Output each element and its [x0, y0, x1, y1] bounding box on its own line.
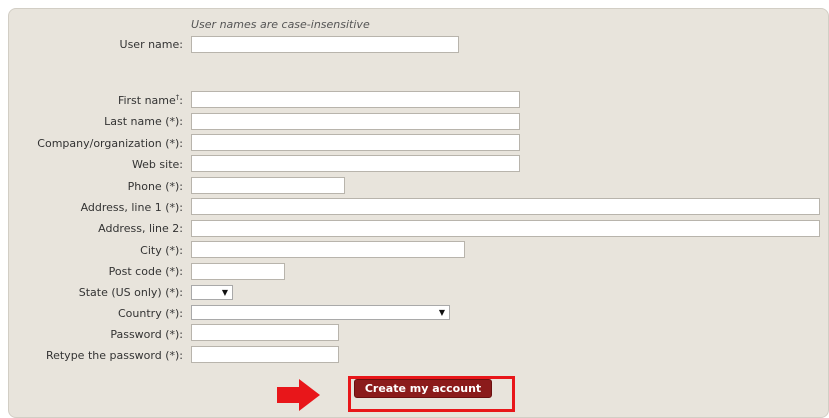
- retype-password-label: Retype the password (*):: [45, 349, 183, 362]
- state-label: State (US only) (*):: [78, 286, 183, 299]
- company-input[interactable]: [191, 134, 520, 151]
- arrow-right-icon: [277, 379, 320, 411]
- chevron-down-icon: ▼: [221, 288, 228, 297]
- firstname-label: First name†:: [118, 94, 183, 108]
- country-select[interactable]: ▼: [191, 305, 450, 320]
- postcode-label: Post code (*):: [108, 265, 183, 278]
- city-input[interactable]: [191, 241, 465, 258]
- phone-label: Phone (*):: [127, 180, 183, 193]
- username-input[interactable]: [191, 36, 459, 53]
- create-account-button[interactable]: Create my account: [354, 379, 492, 398]
- address2-input[interactable]: [191, 220, 820, 237]
- username-label: User name:: [119, 38, 183, 51]
- website-input[interactable]: [191, 155, 520, 172]
- address2-label: Address, line 2:: [98, 222, 183, 235]
- lastname-label: Last name (*):: [104, 115, 183, 128]
- username-hint: User names are case-insensitive: [191, 18, 370, 31]
- website-label: Web site:: [131, 158, 183, 171]
- phone-input[interactable]: [191, 177, 345, 194]
- firstname-colon: :: [179, 94, 183, 107]
- chevron-down-icon: ▼: [438, 308, 445, 317]
- firstname-label-text: First name: [117, 94, 176, 107]
- lastname-input[interactable]: [191, 113, 520, 130]
- address1-label: Address, line 1 (*):: [80, 201, 183, 214]
- retype-password-input[interactable]: [191, 346, 339, 363]
- password-input[interactable]: [191, 324, 339, 341]
- country-label: Country (*):: [118, 307, 183, 320]
- address1-input[interactable]: [191, 198, 820, 215]
- state-select[interactable]: ▼: [191, 285, 233, 300]
- company-label: Company/organization (*):: [37, 137, 183, 150]
- password-label: Password (*):: [110, 328, 183, 341]
- firstname-input[interactable]: [191, 91, 520, 108]
- postcode-input[interactable]: [191, 263, 285, 280]
- city-label: City (*):: [140, 244, 183, 257]
